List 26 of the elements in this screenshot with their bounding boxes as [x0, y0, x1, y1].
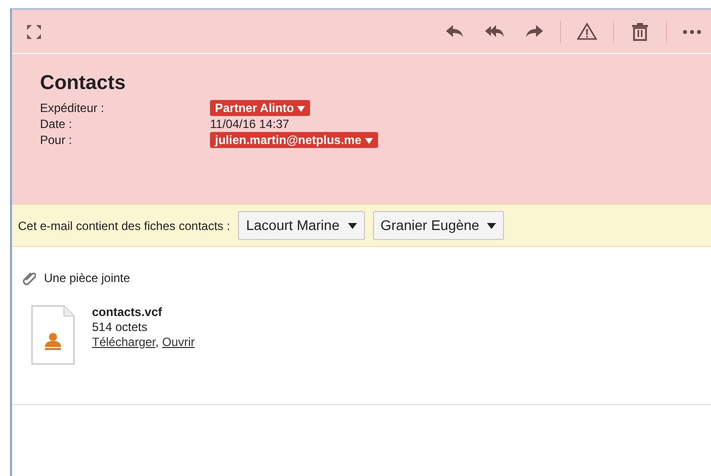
expand-button[interactable]	[26, 24, 42, 40]
field-value: 11/04/16 14:37	[210, 116, 290, 133]
contact-dropdown[interactable]: Granier Eugène	[372, 211, 504, 240]
trash-icon	[630, 22, 650, 42]
field-label: Pour :	[40, 132, 74, 149]
email-subject: Contacts	[40, 71, 127, 96]
address-tag[interactable]: julien.martin@netplus.me	[210, 132, 378, 148]
caret-icon	[487, 222, 496, 228]
caret-icon	[348, 222, 356, 228]
file-link[interactable]: Ouvrir	[162, 335, 195, 349]
field-label: Date :	[40, 116, 74, 133]
caret-icon	[364, 138, 373, 144]
attachments-title: Une pièce jointe	[44, 270, 130, 287]
contact-dropdown[interactable]: Lacourt Marine	[238, 211, 364, 240]
contact-file-icon	[30, 305, 76, 365]
warning-icon	[577, 22, 597, 42]
expand-icon	[26, 24, 42, 40]
file-size: 514 octets	[92, 320, 148, 335]
contacts-notice: Cet e-mail contient des fiches contacts :	[18, 218, 230, 234]
file-link[interactable]: Télécharger	[92, 335, 156, 349]
field-label: Expéditeur :	[40, 100, 106, 117]
file-name: contacts.vcf	[92, 305, 164, 320]
address-tag[interactable]: Partner Alinto	[210, 100, 310, 116]
link-separator: ,	[155, 335, 159, 349]
more-icon	[683, 30, 701, 34]
caret-icon	[297, 106, 306, 112]
